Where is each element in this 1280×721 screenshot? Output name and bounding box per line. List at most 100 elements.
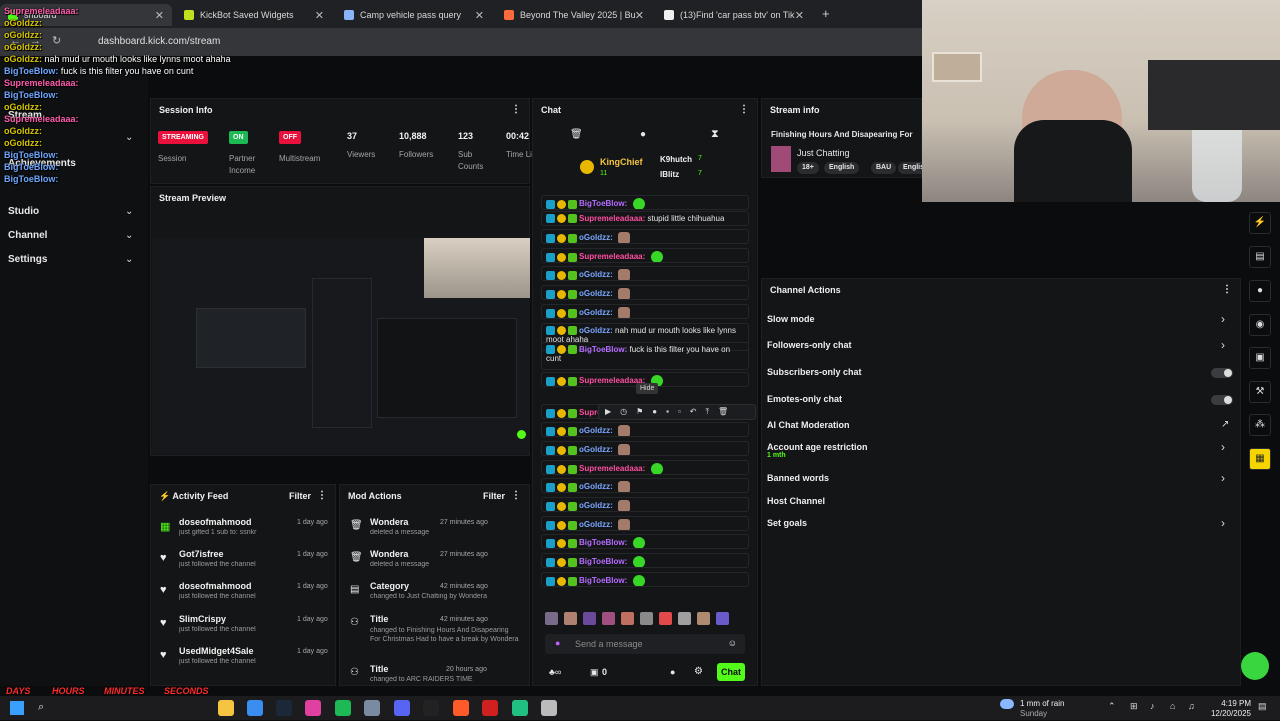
channel-action-host-channel[interactable]: Host Channel xyxy=(767,496,825,506)
clock-date[interactable]: 12/20/2025 xyxy=(1207,709,1251,718)
tools-icon[interactable]: ⚒ xyxy=(1249,381,1271,403)
chat-username[interactable]: Supremeleadaaa: xyxy=(579,214,645,223)
chat-username[interactable]: Supremeleadaaa: xyxy=(579,252,645,261)
clock-time[interactable]: 4:19 PM xyxy=(1217,699,1251,708)
chevron-down-icon[interactable]: ⌄ xyxy=(125,230,133,241)
emote-bar[interactable] xyxy=(545,612,750,628)
more-icon[interactable]: ⋮ xyxy=(511,490,521,501)
chat-bubble-icon[interactable]: ● xyxy=(640,129,646,140)
chat-message[interactable]: oGoldzz: xyxy=(541,285,749,300)
trash-icon[interactable]: 🗑 xyxy=(570,129,583,140)
channel-action-followers-only-chat[interactable]: Followers-only chat xyxy=(767,340,852,350)
channel-action-account-age-restriction[interactable]: Account age restriction xyxy=(767,442,868,452)
external-link-icon[interactable]: ↗ xyxy=(1221,419,1229,430)
clapper-icon[interactable]: ▦ xyxy=(1249,448,1271,470)
broadcast-icon[interactable]: ◉ xyxy=(1249,314,1271,336)
chat-message[interactable]: oGoldzz: xyxy=(541,304,749,319)
chat-message[interactable]: Supremeleadaaa: stupid little chihuahua xyxy=(541,211,749,226)
terminal-icon[interactable] xyxy=(423,700,439,716)
chat-message[interactable]: Supremeleadaaa: xyxy=(541,460,749,475)
stream-tag[interactable]: English xyxy=(824,162,860,174)
chat-username[interactable]: BigToeBlow: xyxy=(579,538,627,547)
chat-message[interactable]: BigToeBlow: xyxy=(541,553,749,568)
sidebar-item-channel[interactable]: Channel xyxy=(8,230,47,241)
mod-action-name[interactable]: Wondera xyxy=(370,549,408,559)
discord-icon[interactable] xyxy=(394,700,410,716)
chat-username[interactable]: oGoldzz: xyxy=(579,520,613,529)
chevron-right-icon[interactable]: › xyxy=(1221,516,1225,530)
chevron-right-icon[interactable]: › xyxy=(1221,471,1225,485)
chat-message[interactable]: BigToeBlow: xyxy=(541,534,749,549)
more-icon[interactable]: ⋮ xyxy=(739,104,749,115)
emote-picker-icon[interactable] xyxy=(716,612,729,625)
activity-user[interactable]: Got7isfree xyxy=(179,549,224,559)
browser-app-icon[interactable] xyxy=(453,700,469,716)
chevron-right-icon[interactable]: › xyxy=(1221,338,1225,352)
stream-tag[interactable]: 18+ xyxy=(797,162,819,174)
chat-message[interactable]: oGoldzz: xyxy=(541,266,749,281)
chat-username[interactable]: oGoldzz: xyxy=(579,326,613,335)
chat-username[interactable]: oGoldzz: xyxy=(579,482,613,491)
chat-username[interactable]: BigToeBlow: xyxy=(579,345,627,354)
chat-username[interactable]: oGoldzz: xyxy=(579,308,613,317)
browser-tab[interactable]: Beyond The Valley 2025 | Buy &✕ xyxy=(496,4,652,26)
chat-message[interactable]: oGoldzz: xyxy=(541,229,749,244)
activity-filter-button[interactable]: Filter xyxy=(289,491,311,501)
channel-action-ai-chat-moderation[interactable]: AI Chat Moderation xyxy=(767,420,850,430)
network-icon[interactable]: ⌂ xyxy=(1170,701,1175,711)
address-bar[interactable]: ← → ↻ dashboard.kick.com/stream xyxy=(0,28,922,56)
steam-icon[interactable] xyxy=(276,700,292,716)
close-tab-icon[interactable]: ✕ xyxy=(155,9,164,22)
chat-username[interactable]: BigToeBlow: xyxy=(579,199,627,208)
chat-settings-bubble-icon[interactable]: ● xyxy=(670,667,675,677)
chat-username[interactable]: oGoldzz: xyxy=(579,501,613,510)
support-chat-button[interactable] xyxy=(1241,652,1269,680)
mod-action-name[interactable]: Title xyxy=(370,664,388,674)
chat-username[interactable]: oGoldzz: xyxy=(579,233,613,242)
emote-picker-icon[interactable] xyxy=(697,612,710,625)
chat-username[interactable]: oGoldzz: xyxy=(579,289,613,298)
video-app-icon[interactable] xyxy=(482,700,498,716)
toggle-switch[interactable] xyxy=(1211,368,1233,378)
message-action-toolbar[interactable]: ▶◷⚑●▪▫↶⤒🗑 xyxy=(598,404,756,420)
windows-start-icon[interactable] xyxy=(10,701,24,715)
sidebar-item-settings[interactable]: Settings xyxy=(8,254,47,265)
emote-picker-icon[interactable] xyxy=(640,612,653,625)
activity-user[interactable]: SlimCrispy xyxy=(179,614,226,624)
chat-message[interactable]: BigToeBlow: fuck is this filter you have… xyxy=(541,342,749,370)
chat-username[interactable]: BigToeBlow: xyxy=(579,557,627,566)
chat-icon[interactable]: ● xyxy=(1249,280,1271,302)
category-thumbnail[interactable] xyxy=(771,146,791,172)
layout-icon[interactable]: ▣ xyxy=(1249,347,1271,369)
chat-message[interactable]: BigToeBlow: xyxy=(541,195,749,210)
browser-tab[interactable]: (13)Find 'car pass btv' on TikTo ✕ xyxy=(656,4,812,26)
chevron-right-icon[interactable]: › xyxy=(1221,440,1225,454)
url-text[interactable]: dashboard.kick.com/stream xyxy=(98,36,220,47)
mod-action-name[interactable]: Wondera xyxy=(370,517,408,527)
new-tab-icon[interactable]: + xyxy=(822,6,830,21)
chat-message[interactable]: oGoldzz: xyxy=(541,478,749,493)
browser-tab[interactable]: Camp vehicle pass query ✕ xyxy=(336,4,492,26)
notification-icon[interactable]: ▤ xyxy=(1258,701,1267,712)
chat-message[interactable]: oGoldzz: xyxy=(541,516,749,531)
channel-action-slow-mode[interactable]: Slow mode xyxy=(767,314,815,324)
chrome-icon[interactable] xyxy=(247,700,263,716)
tray-chevron-icon[interactable]: ⌃ xyxy=(1108,701,1116,712)
search-icon[interactable]: ⌕ xyxy=(38,701,44,714)
chat-username[interactable]: oGoldzz: xyxy=(579,270,613,279)
connections-icon[interactable]: ⁂ xyxy=(1249,414,1271,436)
chat-username[interactable]: oGoldzz: xyxy=(579,426,613,435)
mod-action-name[interactable]: Title xyxy=(370,614,388,624)
app-icon[interactable] xyxy=(512,700,528,716)
settings-app-icon[interactable] xyxy=(364,700,380,716)
mic-tray-icon[interactable]: ♪ xyxy=(1150,701,1155,711)
stream-tag[interactable]: BAU xyxy=(871,162,897,174)
obs-icon[interactable] xyxy=(541,700,557,716)
activity-user[interactable]: doseofmahmood xyxy=(179,581,252,591)
chat-username[interactable]: Supremeleadaaa: xyxy=(579,464,645,473)
channel-action-subscribers-only-chat[interactable]: Subscribers-only chat xyxy=(767,367,862,377)
emote-picker-icon[interactable] xyxy=(545,612,558,625)
gear-icon[interactable]: ⚙ xyxy=(694,666,703,677)
notes-icon[interactable]: ▤ xyxy=(1249,246,1271,268)
emote-picker-icon[interactable] xyxy=(678,612,691,625)
